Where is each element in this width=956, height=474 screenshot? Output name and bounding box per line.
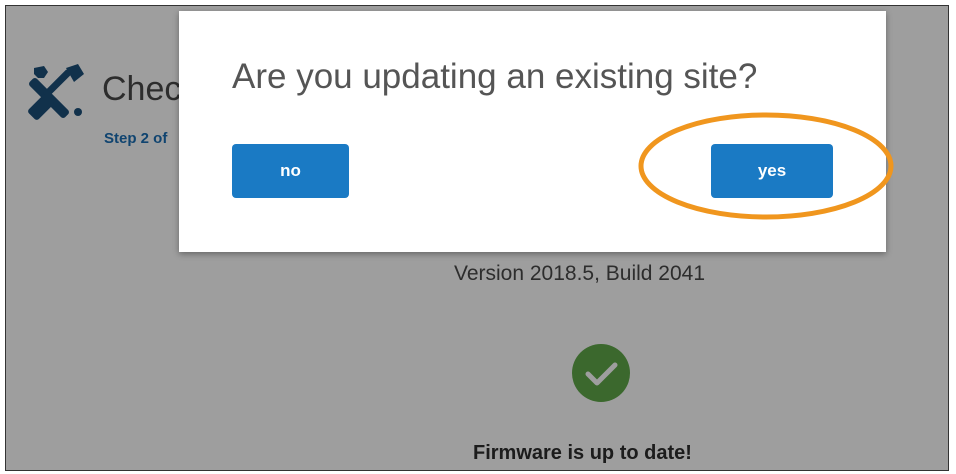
update-site-dialog: Are you updating an existing site? no ye… — [179, 11, 886, 252]
screenshot-frame: Chec Step 2 of Version 2018.5, Build 204… — [5, 5, 949, 471]
dialog-question: Are you updating an existing site? — [232, 57, 758, 96]
yes-button[interactable]: yes — [711, 144, 833, 198]
no-button[interactable]: no — [232, 144, 349, 198]
